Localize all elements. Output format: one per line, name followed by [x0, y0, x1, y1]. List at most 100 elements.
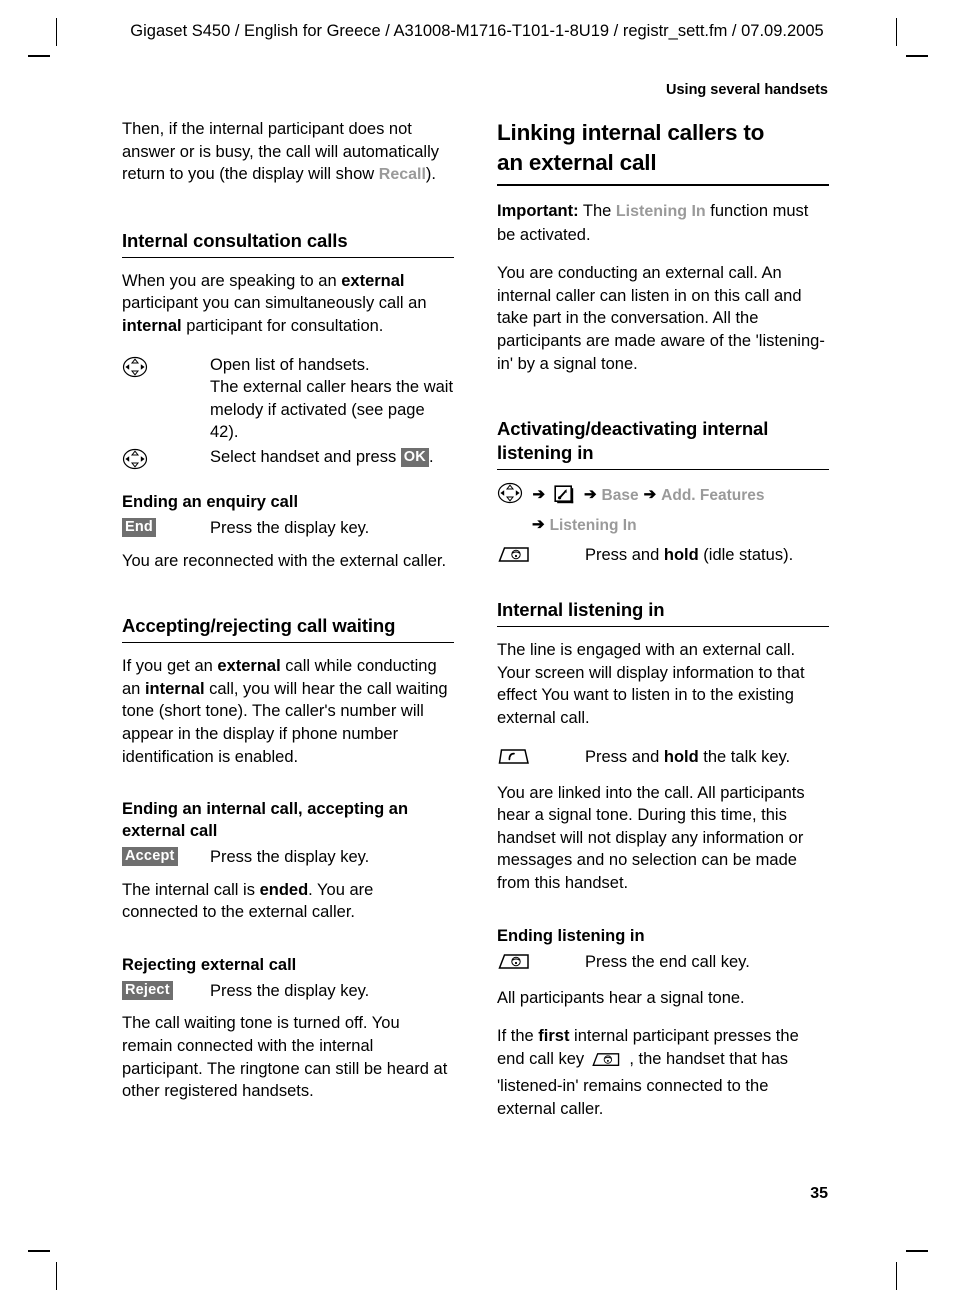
step-text: Press the display key.	[210, 981, 370, 1000]
navigation-key-icon	[497, 483, 527, 508]
menu-item-listening-in[interactable]: Listening In	[550, 517, 637, 534]
step-text: Press the display key.	[210, 518, 370, 537]
heading-line-2: listening in	[497, 442, 594, 464]
important-note: Important: The Listening In function mus…	[497, 200, 829, 246]
text-run: participant for consultation.	[181, 316, 384, 335]
menu-word-listening-in: Listening In	[615, 203, 706, 220]
step-line-1: Open list of handsets.	[210, 355, 370, 374]
heading-rejecting-external-call: Rejecting external call	[122, 955, 297, 974]
softkey-end[interactable]: End	[122, 517, 156, 537]
end-call-key-icon	[591, 1052, 628, 1073]
menu-path-line-2: ➔ Listening In	[497, 512, 829, 538]
crop-mark-bottom-right-vertical	[896, 1262, 897, 1290]
ending-listening-body-2: If the first internal participant presse…	[497, 1025, 829, 1120]
navigation-key-icon	[122, 354, 210, 383]
menu-path: ➔ ➔ Base ➔ Add. Features ➔ Listening In	[497, 482, 829, 538]
text-run: (idle status).	[698, 546, 794, 565]
heading-internal-consultation-calls: Internal consultation calls	[122, 229, 454, 258]
crop-mark-bottom-left-vertical	[56, 1262, 57, 1290]
text-run: Press and	[585, 546, 664, 565]
left-column: Then, if the internal participant does n…	[122, 118, 454, 1119]
softkey-accept[interactable]: Accept	[122, 847, 178, 867]
page-number: 35	[810, 1185, 828, 1202]
running-header: Gigaset S450 / English for Greece / A310…	[130, 22, 824, 40]
emphasis-internal: internal	[122, 316, 182, 335]
talk-key-icon	[497, 746, 585, 772]
call-waiting-body: If you get an external call while conduc…	[122, 655, 454, 768]
step-text: Open list of handsets. The external call…	[210, 354, 454, 444]
arrow-icon: ➔	[643, 486, 657, 504]
internal-listening-body: The line is engaged with an external cal…	[497, 641, 805, 727]
right-column: Linking internal callers to an external c…	[497, 118, 829, 1136]
ending-internal-body: The internal call is ended. You are conn…	[122, 879, 454, 924]
text-run: the talk key.	[698, 747, 791, 766]
crop-mark-top-right-horizontal	[906, 55, 928, 57]
heading-internal-listening-in: Internal listening in	[497, 598, 829, 628]
crop-mark-bottom-left-horizontal	[28, 1250, 50, 1252]
intro-part-2: ).	[425, 165, 437, 184]
heading-accepting-rejecting-call-waiting: Accepting/rejecting call waiting	[122, 614, 454, 644]
important-label: Important:	[497, 202, 579, 220]
step-press-hold-talk: Press and hold the talk key.	[497, 746, 829, 772]
emphasis-hold: hold	[663, 546, 699, 565]
softkey-reject[interactable]: Reject	[122, 980, 173, 1000]
softkey-slot: End	[122, 517, 210, 537]
text-run: If the	[497, 1027, 539, 1046]
internal-consultation-body: When you are speaking to an external par…	[122, 270, 454, 338]
page-title-line-1: Linking internal callers to	[497, 120, 765, 145]
page-title-line-2: an external call	[497, 150, 657, 175]
rejecting-external-body: The call waiting tone is turned off. You…	[122, 1014, 448, 1101]
softkey-slot: Reject	[122, 980, 210, 1000]
text-run: The	[578, 202, 616, 220]
arrow-icon: ➔	[583, 486, 597, 504]
step-select-handset: Select handset and press OK.	[122, 446, 454, 475]
emphasis-first: first	[538, 1027, 570, 1046]
crop-mark-bottom-right-horizontal	[906, 1250, 928, 1252]
text-run: When you are speaking to an	[122, 271, 342, 290]
menu-item-base[interactable]: Base	[602, 487, 639, 504]
end-call-key-icon	[497, 951, 585, 977]
softkey-slot: Accept	[122, 846, 210, 867]
step-line-2: The external caller hears the wait melod…	[210, 378, 454, 442]
crop-mark-top-left-horizontal	[28, 55, 50, 57]
emphasis-internal: internal	[144, 679, 205, 698]
settings-tool-icon	[550, 485, 579, 508]
emphasis-external: external	[341, 271, 405, 290]
emphasis-ended: ended	[259, 880, 309, 899]
text-run: Select handset and press	[210, 447, 401, 466]
step-text: Press the display key.	[210, 848, 370, 867]
right-intro-body: You are conducting an external call. An …	[497, 264, 825, 373]
step-end-enquiry: End Press the display key.	[122, 517, 454, 540]
arrow-icon: ➔	[532, 516, 545, 534]
heading-ending-internal-accepting-external: Ending an internal call, accepting an ex…	[122, 800, 409, 841]
emphasis-hold: hold	[663, 747, 699, 766]
navigation-key-icon	[122, 446, 210, 475]
softkey-ok[interactable]: OK	[400, 447, 429, 467]
ending-enquiry-body: You are reconnected with the external ca…	[122, 551, 447, 570]
step-text: Press the end call key.	[585, 952, 750, 971]
internal-listening-after-body: You are linked into the call. All partic…	[497, 783, 805, 892]
text-run: .	[428, 447, 434, 466]
step-text: Select handset and press OK.	[210, 446, 454, 469]
text-run: The internal call is	[122, 880, 260, 899]
menu-item-add-features[interactable]: Add. Features	[661, 487, 764, 504]
step-reject-call: Reject Press the display key.	[122, 980, 454, 1003]
text-run: If you get an	[122, 657, 218, 676]
heading-ending-an-enquiry-call: Ending an enquiry call	[122, 492, 299, 511]
step-press-end-call: Press the end call key.	[497, 951, 829, 977]
end-call-key-icon	[497, 544, 585, 570]
arrow-icon: ➔	[532, 486, 546, 504]
